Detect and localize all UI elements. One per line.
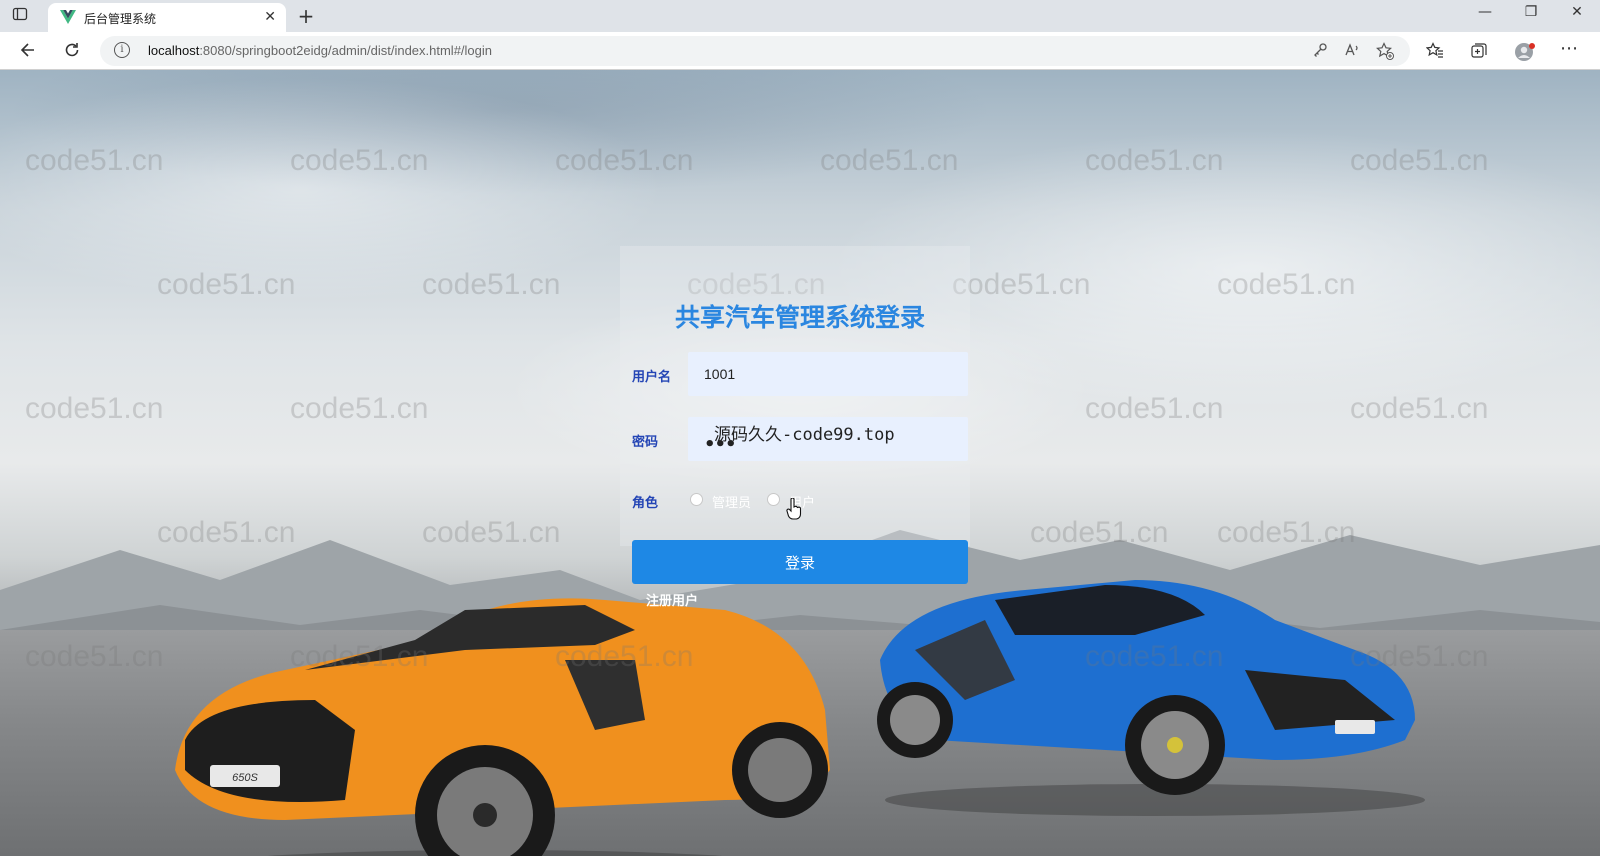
watermark-overlay-text: 源码久久-code99.top bbox=[714, 425, 895, 445]
url-host: localhost bbox=[148, 43, 200, 58]
browser-window: 后台管理系统 ✕ + — ❐ ✕ i localhost:8080/spring… bbox=[0, 0, 1600, 856]
role-radio-user[interactable] bbox=[767, 493, 780, 506]
url-text: localhost:8080/springboot2eidg/admin/dis… bbox=[148, 43, 492, 58]
reload-icon[interactable] bbox=[60, 40, 84, 62]
close-window-button[interactable]: ✕ bbox=[1562, 4, 1592, 20]
role-option-admin[interactable]: 管理员 bbox=[712, 492, 751, 511]
register-link[interactable]: 注册用户 bbox=[646, 590, 698, 609]
more-icon[interactable]: ⋯ bbox=[1560, 38, 1578, 59]
tab-actions-icon[interactable] bbox=[12, 6, 36, 26]
tab-title: 后台管理系统 bbox=[84, 12, 157, 26]
minimize-button[interactable]: — bbox=[1470, 4, 1500, 20]
add-favorite-icon[interactable] bbox=[1376, 42, 1394, 64]
restore-button[interactable]: ❐ bbox=[1516, 4, 1546, 20]
role-label: 角色 bbox=[632, 496, 659, 511]
vue-logo-icon bbox=[60, 9, 76, 29]
profile-icon[interactable] bbox=[1514, 42, 1536, 66]
login-page: 650S code51.cn code51.cn code51.cn code5… bbox=[0, 70, 1600, 856]
tab-strip: 后台管理系统 ✕ + — ❐ ✕ bbox=[0, 0, 1600, 32]
username-input[interactable] bbox=[688, 352, 968, 396]
orange-car-image: 650S bbox=[175, 598, 830, 856]
login-button[interactable]: 登录 bbox=[632, 540, 968, 584]
password-label: 密码 bbox=[632, 435, 659, 450]
read-aloud-icon[interactable] bbox=[1344, 42, 1360, 62]
svg-text:650S: 650S bbox=[232, 772, 258, 784]
key-icon[interactable] bbox=[1312, 42, 1328, 62]
login-title: 共享汽车管理系统登录 bbox=[674, 303, 925, 332]
site-info-icon[interactable]: i bbox=[114, 42, 130, 58]
back-arrow-icon[interactable] bbox=[16, 40, 40, 62]
username-label: 用户名 bbox=[632, 370, 672, 385]
tab-close-icon[interactable]: ✕ bbox=[264, 9, 276, 25]
tab-active[interactable]: 后台管理系统 ✕ bbox=[48, 3, 286, 32]
browser-toolbar: i localhost:8080/springboot2eidg/admin/d… bbox=[0, 32, 1600, 70]
collections-icon[interactable] bbox=[1470, 42, 1488, 64]
blue-car-image bbox=[877, 580, 1425, 816]
favorites-icon[interactable] bbox=[1425, 42, 1444, 64]
hand-cursor-icon bbox=[786, 497, 802, 524]
new-tab-button[interactable]: + bbox=[294, 4, 318, 28]
role-radio-admin[interactable] bbox=[690, 493, 703, 506]
url-path: :8080/springboot2eidg/admin/dist/index.h… bbox=[199, 43, 493, 58]
address-bar[interactable]: i localhost:8080/springboot2eidg/admin/d… bbox=[100, 36, 1410, 66]
